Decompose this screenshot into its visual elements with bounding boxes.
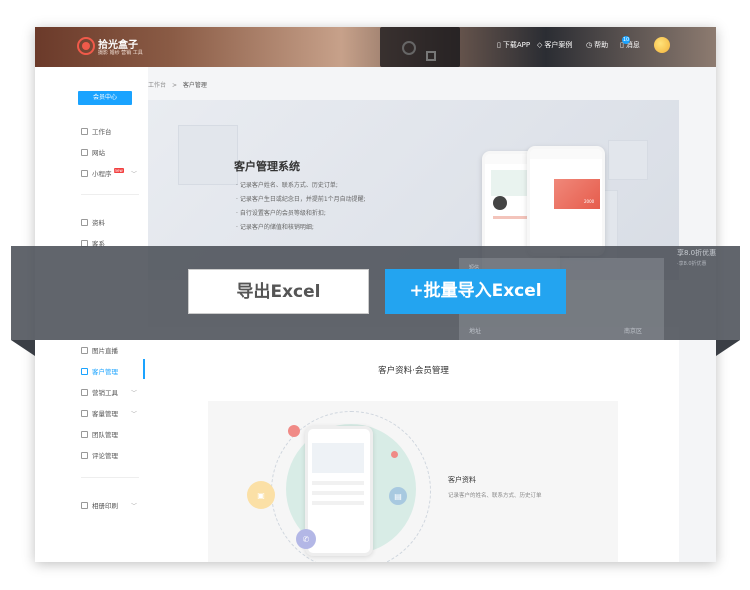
decor-cube <box>178 125 238 185</box>
sidebar-item-label: 评论管理 <box>92 452 118 460</box>
sidebar-item-label: 相册印刷 <box>92 502 118 510</box>
hero-feature-line: · 自行设置客户的会员等级和折扣; <box>236 210 326 217</box>
brand-subtitle: 摄影 婚纱 营销 工具 <box>98 50 143 56</box>
avatar[interactable] <box>654 37 670 53</box>
sidebar-item-label: 客量管理 <box>92 410 118 418</box>
sidebar-item-label: 图片直播 <box>92 347 118 355</box>
feature-section: 客户资料·会员管理 ▣ ▤ ✆ 客户资料 记录客户的姓名、联系方式、历史订单 <box>148 327 679 562</box>
hero-feature-line: · 记录客户生日或纪念日，并提前1个月自动提醒; <box>236 196 366 203</box>
image-icon <box>81 346 88 354</box>
clock-icon: ◷ <box>586 41 593 49</box>
member-center-button[interactable]: 会员中心 <box>78 91 132 105</box>
sidebar-item-label: 工作台 <box>92 128 112 136</box>
hero-feature-line: · 记录客户姓名、联系方式、历史订单; <box>236 182 338 189</box>
phone-call-icon: ✆ <box>296 529 316 549</box>
hero-feature-line: · 记录客户的储值和核销明细; <box>236 224 314 231</box>
breadcrumb-separator: > <box>171 82 177 89</box>
chevron-down-icon: ﹀ <box>131 410 138 418</box>
document-icon: ▤ <box>389 487 407 505</box>
feature-description: 记录客户的姓名、联系方式、历史订单 <box>448 493 542 499</box>
gear-icon <box>81 409 88 417</box>
profile-icon <box>81 218 88 226</box>
sidebar-divider <box>81 477 139 478</box>
sidebar-divider <box>81 194 139 195</box>
nav-label: 帮助 <box>594 41 609 49</box>
heart-icon <box>81 388 88 396</box>
sidebar-item-profile[interactable]: 资料 <box>81 217 105 227</box>
sidebar-item-comment-management[interactable]: 评论管理 <box>81 450 118 460</box>
active-indicator <box>143 359 145 379</box>
peek-text: 享8.0折优惠 <box>677 249 717 257</box>
sidebar-item-label: 营销工具 <box>92 389 118 397</box>
nav-label: 下载APP <box>502 41 531 49</box>
sidebar-item-team-management[interactable]: 团队管理 <box>81 429 118 439</box>
monitor-icon <box>81 148 88 156</box>
band-fold-right <box>716 340 740 356</box>
phone-icon: ▯ <box>497 41 501 49</box>
user-icon <box>81 367 88 375</box>
nav-help[interactable]: ◷ 帮助 <box>586 40 608 50</box>
sidebar-item-customer-management[interactable]: 客户管理 <box>81 366 118 376</box>
sidebar-item-label: 资料 <box>92 219 105 227</box>
top-bar: 拾光盒子 摄影 婚纱 营销 工具 ▯ 下载APP ◇ 客户案例 ◷ 帮助 ▯ 消… <box>35 27 716 67</box>
message-count-badge: 10 <box>622 36 630 44</box>
sidebar-item-photo-live[interactable]: 图片直播 <box>81 345 118 355</box>
breadcrumb-root[interactable]: 工作台 <box>148 82 166 89</box>
export-excel-button[interactable]: 导出Excel <box>188 269 369 314</box>
grid-icon <box>81 127 88 135</box>
chevron-down-icon: ﹀ <box>131 389 138 397</box>
nav-customer-cases[interactable]: ◇ 客户案例 <box>537 40 572 50</box>
link-icon <box>81 169 88 177</box>
phone-mockup: 2000 <box>527 146 605 256</box>
chevron-down-icon: ﹀ <box>131 170 138 178</box>
new-badge: new <box>113 167 124 173</box>
section-title: 客户资料·会员管理 <box>378 366 449 376</box>
decor-dot <box>391 451 398 458</box>
breadcrumb: 工作台 > 客户管理 <box>148 80 207 89</box>
decor-cube <box>608 140 648 180</box>
sidebar-item-album-print[interactable]: 相册印刷 ﹀ <box>81 500 137 510</box>
sidebar-item-marketing-tools[interactable]: 营销工具 ﹀ <box>81 387 137 397</box>
sidebar-item-label: 网站 <box>92 149 105 157</box>
nav-download-app[interactable]: ▯ 下载APP <box>497 40 530 50</box>
sidebar-item-label: 小程序 <box>92 170 112 178</box>
comment-icon <box>81 451 88 459</box>
cube-icon: ◇ <box>537 41 543 49</box>
header-decoration <box>380 27 460 67</box>
image-icon: ▣ <box>247 481 275 509</box>
decor-dot <box>288 425 300 437</box>
sidebar-item-workbench[interactable]: 工作台 <box>81 126 112 136</box>
nav-label: 客户案例 <box>544 41 573 49</box>
action-overlay-band: 短信 地址 南京区 享8.0折优惠 ·享8.0折优惠 <box>11 246 740 340</box>
band-fold-left <box>11 340 35 356</box>
chevron-down-icon: ﹀ <box>131 502 138 510</box>
feature-card: ▣ ▤ ✆ 客户资料 记录客户的姓名、联系方式、历史订单 <box>208 401 618 562</box>
sidebar-item-label: 团队管理 <box>92 431 118 439</box>
sidebar-item-label: 客户管理 <box>92 368 118 376</box>
sidebar-item-traffic-management[interactable]: 客量管理 ﹀ <box>81 408 137 418</box>
batch-import-excel-button[interactable]: +批量导入Excel <box>385 269 566 314</box>
peek-text: 地址 <box>469 328 482 335</box>
hero-title: 客户管理系统 <box>234 160 300 173</box>
album-icon <box>81 501 88 509</box>
peek-text: 南京区 <box>624 328 643 335</box>
logo-icon[interactable] <box>77 37 95 55</box>
feature-title: 客户资料 <box>448 476 476 484</box>
phone-amount: 2000 <box>584 199 595 204</box>
peek-text: ·享8.0折优惠 <box>677 261 707 267</box>
sidebar-item-miniprogram[interactable]: 小程序 new ﹀ <box>81 167 137 178</box>
breadcrumb-current: 客户管理 <box>182 82 207 89</box>
sidebar-item-website[interactable]: 网站 <box>81 147 105 157</box>
team-icon <box>81 430 88 438</box>
